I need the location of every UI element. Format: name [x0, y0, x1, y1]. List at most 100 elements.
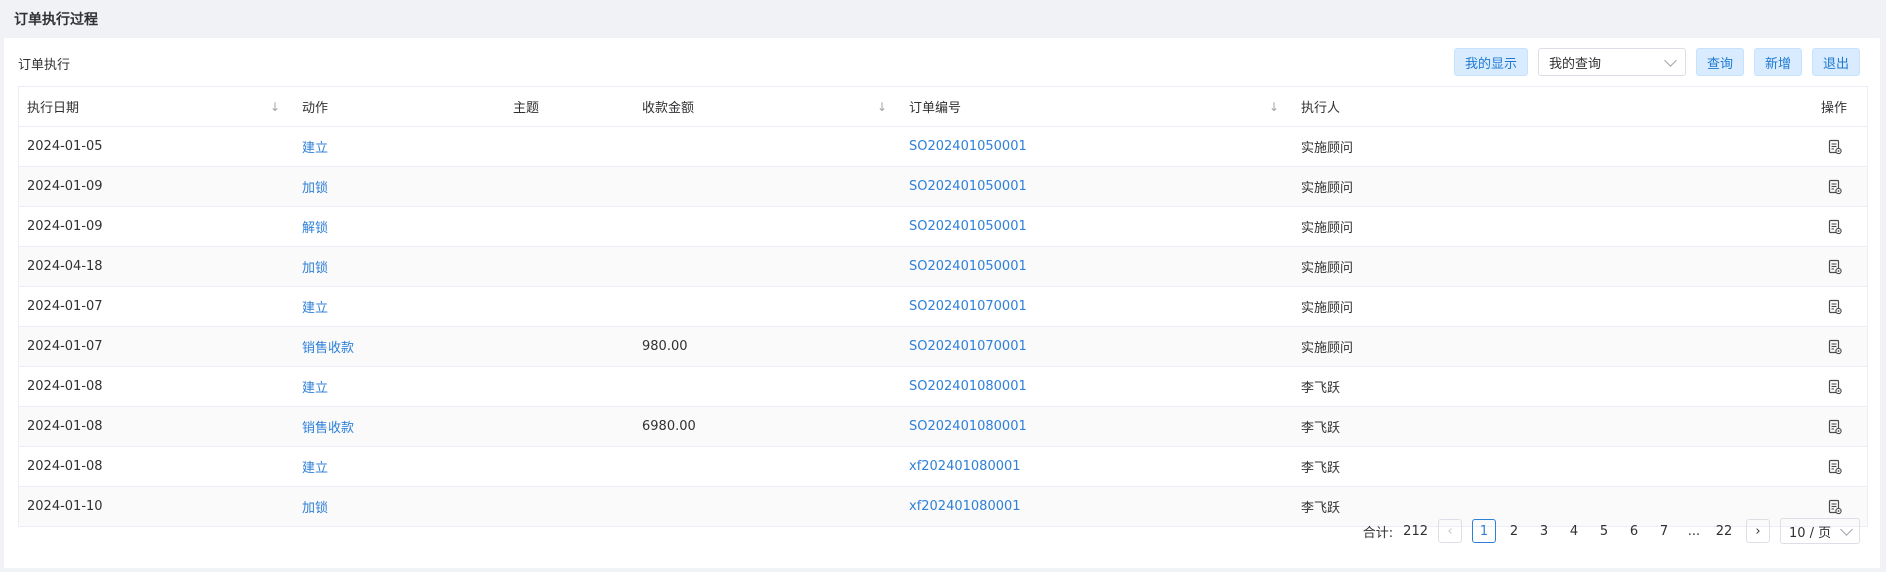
row-date: 2024-01-07 — [19, 326, 294, 367]
chevron-down-icon — [1664, 53, 1677, 67]
my-query-select[interactable]: 我的查询 — [1537, 48, 1686, 76]
document-view-icon[interactable] — [1827, 139, 1843, 155]
row-action-link[interactable]: 解锁 — [294, 206, 505, 247]
page-button[interactable]: 3 — [1532, 519, 1556, 543]
row-subject — [505, 126, 634, 167]
document-view-icon[interactable] — [1827, 379, 1843, 395]
exit-button[interactable]: 退出 — [1811, 48, 1860, 76]
row-ops — [1498, 366, 1867, 407]
sort-arrow-icon[interactable]: ↓ — [877, 100, 887, 114]
table-row: 2024-04-18 加锁 SO202401050001 实施顾问 — [19, 246, 1867, 287]
row-date: 2024-01-09 — [19, 166, 294, 207]
row-executor: 实施顾问 — [1293, 206, 1498, 247]
table-row: 2024-01-08 建立 SO202401080001 李飞跃 — [19, 366, 1867, 407]
prev-page-button[interactable]: ‹ — [1438, 519, 1462, 543]
sort-arrow-icon[interactable]: ↓ — [1269, 100, 1279, 114]
row-subject — [505, 326, 634, 367]
sort-arrow-icon[interactable]: ↓ — [270, 100, 280, 114]
page-button[interactable]: 5 — [1592, 519, 1616, 543]
page-title: 订单执行过程 — [14, 12, 98, 28]
row-action-link[interactable]: 加锁 — [294, 486, 505, 527]
page-button[interactable]: 6 — [1622, 519, 1646, 543]
table-row: 2024-01-09 加锁 SO202401050001 实施顾问 — [19, 166, 1867, 207]
row-action-link[interactable]: 销售收款 — [294, 406, 505, 447]
row-subject — [505, 486, 634, 527]
page-button[interactable]: 7 — [1652, 519, 1676, 543]
order-table: 执行日期 ↓ 动作 主题 收款金额 ↓ 订单编号 ↓ 执行人 操作 2024-01-0… — [18, 86, 1868, 527]
row-executor: 李飞跃 — [1293, 406, 1498, 447]
row-order-no-link[interactable]: xf202401080001 — [901, 446, 1293, 487]
card-header: 订单执行 我的显示 我的查询 查询 新增 退出 — [4, 38, 1880, 90]
table-row: 2024-01-09 解锁 SO202401050001 实施顾问 — [19, 206, 1867, 247]
row-amount — [634, 206, 901, 247]
document-view-icon[interactable] — [1827, 419, 1843, 435]
row-amount — [634, 486, 901, 527]
page-size-value: 10 / 页 — [1789, 525, 1832, 541]
column-label: 执行日期 — [27, 101, 80, 116]
column-header-ops: 操作 — [1498, 87, 1867, 127]
row-order-no-link[interactable]: xf202401080001 — [901, 486, 1293, 527]
row-date: 2024-01-08 — [19, 446, 294, 487]
section-title: 订单执行 — [18, 58, 71, 73]
document-view-icon[interactable] — [1827, 259, 1843, 275]
row-date: 2024-01-09 — [19, 206, 294, 247]
page-button[interactable]: 2 — [1502, 519, 1526, 543]
column-header-executor: 执行人 — [1293, 87, 1498, 127]
page-size-select[interactable]: 10 / 页 — [1780, 518, 1860, 544]
row-subject — [505, 286, 634, 327]
row-date: 2024-04-18 — [19, 246, 294, 287]
document-view-icon[interactable] — [1827, 459, 1843, 475]
row-order-no-link[interactable]: SO202401050001 — [901, 166, 1293, 207]
table-row: 2024-01-08 销售收款 6980.00 SO202401080001 李飞跃 — [19, 406, 1867, 447]
document-view-icon[interactable] — [1827, 299, 1843, 315]
add-button[interactable]: 新增 — [1753, 48, 1802, 76]
row-order-no-link[interactable]: SO202401080001 — [901, 366, 1293, 407]
row-subject — [505, 246, 634, 287]
total-label: 合计: — [1362, 525, 1394, 541]
column-header-date[interactable]: 执行日期 ↓ — [19, 87, 294, 127]
row-order-no-link[interactable]: SO202401070001 — [901, 286, 1293, 327]
row-date: 2024-01-10 — [19, 486, 294, 527]
column-label: 订单编号 — [909, 101, 962, 116]
row-order-no-link[interactable]: SO202401050001 — [901, 206, 1293, 247]
pagination: 合计: 212 ‹ 1 2 3 4 5 6 7... 22 › 10 / 页 — [1363, 518, 1860, 544]
row-amount — [634, 126, 901, 167]
row-ops — [1498, 166, 1867, 207]
row-amount: 6980.00 — [634, 406, 901, 447]
page-button[interactable]: 1 — [1472, 519, 1496, 543]
row-order-no-link[interactable]: SO202401070001 — [901, 326, 1293, 367]
row-action-link[interactable]: 建立 — [294, 366, 505, 407]
document-view-icon[interactable] — [1827, 339, 1843, 355]
main-card: 订单执行 我的显示 我的查询 查询 新增 退出 执行日期 ↓ 动作 主题 收款金… — [4, 38, 1880, 568]
row-ops — [1498, 446, 1867, 487]
row-order-no-link[interactable]: SO202401080001 — [901, 406, 1293, 447]
column-label: 收款金额 — [642, 101, 695, 116]
row-action-link[interactable]: 销售收款 — [294, 326, 505, 367]
row-action-link[interactable]: 建立 — [294, 286, 505, 327]
row-ops — [1498, 326, 1867, 367]
row-order-no-link[interactable]: SO202401050001 — [901, 246, 1293, 287]
row-subject — [505, 206, 634, 247]
column-label: 主题 — [513, 101, 540, 116]
column-label: 操作 — [1820, 101, 1847, 116]
row-action-link[interactable]: 建立 — [294, 446, 505, 487]
document-view-icon[interactable] — [1827, 499, 1843, 515]
document-view-icon[interactable] — [1827, 219, 1843, 235]
column-header-order-no[interactable]: 订单编号 ↓ — [901, 87, 1293, 127]
my-display-button[interactable]: 我的显示 — [1453, 48, 1528, 76]
row-executor: 实施顾问 — [1293, 126, 1498, 167]
query-button[interactable]: 查询 — [1695, 48, 1744, 76]
column-header-amount[interactable]: 收款金额 ↓ — [634, 87, 901, 127]
document-view-icon[interactable] — [1827, 179, 1843, 195]
next-page-button[interactable]: › — [1746, 519, 1770, 543]
row-executor: 实施顾问 — [1293, 246, 1498, 287]
row-action-link[interactable]: 加锁 — [294, 166, 505, 207]
page-button[interactable]: 22 — [1712, 519, 1736, 543]
row-order-no-link[interactable]: SO202401050001 — [901, 126, 1293, 167]
row-action-link[interactable]: 加锁 — [294, 246, 505, 287]
row-date: 2024-01-08 — [19, 406, 294, 447]
column-label: 动作 — [302, 101, 329, 116]
row-action-link[interactable]: 建立 — [294, 126, 505, 167]
chevron-down-icon — [1840, 522, 1853, 536]
page-button[interactable]: 4 — [1562, 519, 1586, 543]
